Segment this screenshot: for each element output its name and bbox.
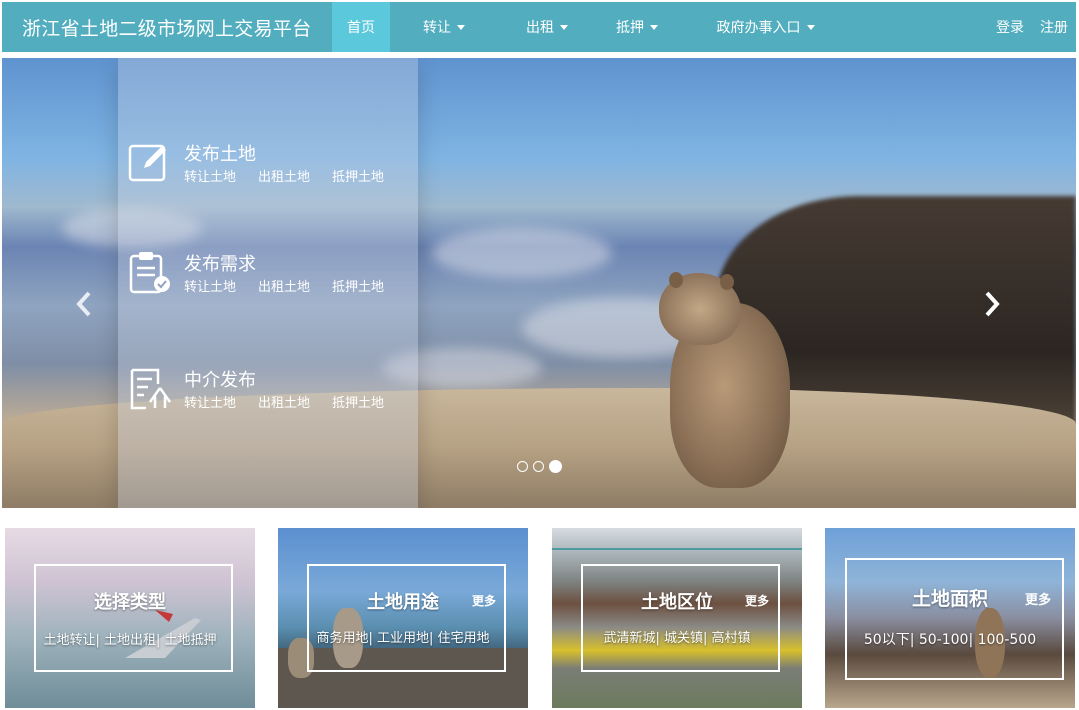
publish-title[interactable]: 中介发布 <box>184 366 256 392</box>
login-link[interactable]: 登录 <box>996 17 1024 37</box>
squirrel-ear <box>720 274 734 290</box>
nav-rent[interactable]: 出租 <box>498 2 596 52</box>
publish-links: 转让土地 出租土地 抵押土地 <box>184 166 406 185</box>
more-link[interactable]: 更多 <box>472 592 496 609</box>
more-link[interactable]: 更多 <box>1025 589 1051 608</box>
hero-carousel: 发布土地 转让土地出租土地抵押土地 发布需求 转让土地出租土地抵押土地 <box>2 58 1076 508</box>
carousel-dot[interactable] <box>517 461 528 472</box>
auth-links: 登录 注册 <box>980 2 1068 52</box>
nav-transfer[interactable]: 转让 <box>390 2 498 52</box>
category-card-location[interactable]: 土地区位 更多 武清新城| 城关镇| 高村镇 <box>552 528 802 708</box>
top-navbar: 浙江省土地二级市场网上交易平台 首页 转让 出租 抵押 政府办事入口 登录 注册 <box>2 2 1076 52</box>
card-frame <box>845 558 1064 680</box>
caret-down-icon <box>650 24 658 30</box>
publish-link[interactable]: 抵押土地 <box>332 396 384 411</box>
nav-mortgage[interactable]: 抵押 <box>596 2 678 52</box>
category-card-use[interactable]: 土地用途 更多 商务用地| 工业用地| 住宅用地 <box>278 528 528 708</box>
clipboard-check-icon <box>129 252 170 294</box>
cloud-shape <box>432 228 612 278</box>
edit-icon <box>128 144 166 182</box>
publish-link[interactable]: 转让土地 <box>184 280 236 295</box>
card-links[interactable]: 50以下| 50-100| 100-500 <box>825 629 1075 649</box>
caret-down-icon <box>560 24 568 30</box>
publish-links: 转让土地 出租土地 抵押土地 <box>184 276 406 295</box>
publish-title[interactable]: 发布需求 <box>184 250 256 276</box>
carousel-dot-active[interactable] <box>549 460 562 473</box>
card-links[interactable]: 武清新城| 城关镇| 高村镇 <box>552 627 802 646</box>
caret-down-icon <box>457 24 465 30</box>
chevron-right-icon[interactable] <box>982 290 1002 318</box>
caret-down-icon <box>806 24 815 30</box>
more-link[interactable]: 更多 <box>745 592 769 609</box>
window-frame <box>552 528 802 550</box>
publish-panel: 发布土地 转让土地出租土地抵押土地 发布需求 转让土地出租土地抵押土地 <box>118 58 418 508</box>
publish-title[interactable]: 发布土地 <box>184 140 256 166</box>
publish-link[interactable]: 出租土地 <box>258 280 310 295</box>
nav-home[interactable]: 首页 <box>332 2 390 52</box>
card-frame <box>34 564 233 672</box>
site-brand[interactable]: 浙江省土地二级市场网上交易平台 <box>2 14 332 41</box>
register-link[interactable]: 注册 <box>1040 17 1068 37</box>
publish-link[interactable]: 抵押土地 <box>332 170 384 185</box>
squirrel-ear <box>669 272 683 288</box>
category-card-type[interactable]: 选择类型 土地转让| 土地出租| 土地抵押 <box>5 528 255 708</box>
card-frame <box>581 564 780 672</box>
card-frame <box>307 564 506 672</box>
publish-link[interactable]: 出租土地 <box>258 170 310 185</box>
nav-government[interactable]: 政府办事入口 <box>678 2 853 52</box>
card-links[interactable]: 商务用地| 工业用地| 住宅用地 <box>278 627 528 646</box>
document-agent-icon <box>130 368 172 410</box>
chevron-left-icon[interactable] <box>74 290 94 318</box>
card-links[interactable]: 土地转让| 土地出租| 土地抵押 <box>5 629 255 648</box>
card-title: 选择类型 <box>94 592 166 613</box>
publish-links: 转让土地 出租土地 抵押土地 <box>184 392 406 411</box>
carousel-indicators <box>517 460 562 473</box>
publish-link[interactable]: 抵押土地 <box>332 280 384 295</box>
publish-link[interactable]: 转让土地 <box>184 170 236 185</box>
publish-link[interactable]: 转让土地 <box>184 396 236 411</box>
carousel-dot[interactable] <box>533 461 544 472</box>
category-card-area[interactable]: 土地面积 更多 50以下| 50-100| 100-500 <box>825 528 1075 708</box>
publish-link[interactable]: 出租土地 <box>258 396 310 411</box>
